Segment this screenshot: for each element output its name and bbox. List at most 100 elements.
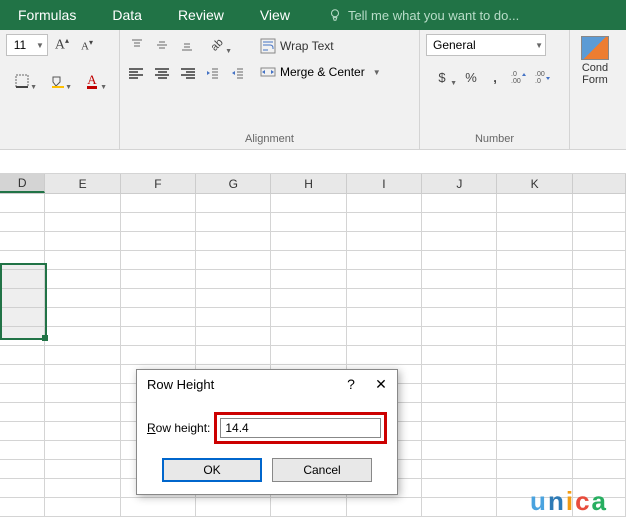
grid-cell[interactable] — [573, 194, 626, 213]
grid-cell[interactable] — [422, 232, 497, 251]
grid-cell[interactable] — [573, 308, 626, 327]
grid-cell[interactable] — [0, 403, 45, 422]
grid-cell[interactable] — [196, 289, 271, 308]
grid-cell[interactable] — [422, 460, 497, 479]
grid-cell[interactable] — [196, 346, 271, 365]
grid-cell[interactable] — [196, 194, 271, 213]
grid-cell[interactable] — [0, 441, 45, 460]
column-header-K[interactable]: K — [497, 174, 572, 193]
column-header-H[interactable]: H — [271, 174, 346, 193]
grid-cell[interactable] — [121, 270, 196, 289]
column-header[interactable] — [573, 174, 626, 193]
align-top-button[interactable] — [126, 34, 148, 56]
grid-cell[interactable] — [45, 289, 120, 308]
grid-cell[interactable] — [422, 384, 497, 403]
grid-cell[interactable] — [573, 422, 626, 441]
grid-cell[interactable] — [121, 251, 196, 270]
grid-cell[interactable] — [497, 289, 572, 308]
grid-cell[interactable] — [573, 346, 626, 365]
formula-bar[interactable] — [0, 150, 626, 174]
wrap-text-button[interactable]: Wrap Text — [256, 34, 385, 58]
dialog-titlebar[interactable]: Row Height ? ✕ — [137, 370, 397, 398]
grid-cell[interactable] — [497, 232, 572, 251]
grid-cell[interactable] — [422, 422, 497, 441]
decrease-decimal-button[interactable]: .00.0 — [532, 66, 554, 88]
increase-decimal-button[interactable]: .0.00 — [508, 66, 530, 88]
increase-font-button[interactable]: A▴ — [51, 34, 73, 56]
grid-cell[interactable] — [573, 403, 626, 422]
grid-cell[interactable] — [271, 251, 346, 270]
grid-cell[interactable] — [422, 441, 497, 460]
grid-cell[interactable] — [45, 194, 120, 213]
grid-cell[interactable] — [45, 232, 120, 251]
grid-cell[interactable] — [347, 308, 422, 327]
grid-cell[interactable] — [573, 460, 626, 479]
column-header-I[interactable]: I — [347, 174, 422, 193]
grid-cell[interactable] — [422, 251, 497, 270]
grid-cell[interactable] — [422, 479, 497, 498]
row-height-input[interactable] — [220, 418, 381, 438]
grid-cell[interactable] — [573, 384, 626, 403]
grid-cell[interactable] — [422, 194, 497, 213]
grid-cell[interactable] — [121, 232, 196, 251]
grid-cell[interactable] — [573, 289, 626, 308]
grid-cell[interactable] — [497, 346, 572, 365]
ok-button[interactable]: OK — [162, 458, 262, 482]
grid-cell[interactable] — [347, 213, 422, 232]
grid-cell[interactable] — [347, 327, 422, 346]
grid-cell[interactable] — [121, 327, 196, 346]
number-format-combo[interactable]: General ▼ — [426, 34, 546, 56]
grid-cell[interactable] — [121, 194, 196, 213]
column-header-F[interactable]: F — [121, 174, 196, 193]
grid-cell[interactable] — [497, 194, 572, 213]
grid-cell[interactable] — [573, 232, 626, 251]
grid-cell[interactable] — [196, 308, 271, 327]
grid-cell[interactable] — [196, 232, 271, 251]
accounting-format-button[interactable]: $▼ — [426, 66, 458, 88]
grid-cell[interactable] — [121, 346, 196, 365]
merge-center-button[interactable]: Merge & Center ▼ — [256, 60, 385, 84]
grid-cell[interactable] — [45, 441, 120, 460]
align-middle-button[interactable] — [151, 34, 173, 56]
grid-cell[interactable] — [497, 308, 572, 327]
align-right-button[interactable] — [176, 62, 198, 84]
dialog-help-button[interactable]: ? — [341, 376, 361, 392]
grid-cell[interactable] — [45, 422, 120, 441]
column-header-D[interactable]: D — [0, 174, 45, 193]
grid-cell[interactable] — [45, 346, 120, 365]
grid-cell[interactable] — [347, 251, 422, 270]
grid-cell[interactable] — [121, 308, 196, 327]
grid-cell[interactable] — [0, 479, 45, 498]
grid-cell[interactable] — [271, 289, 346, 308]
menu-view[interactable]: View — [252, 3, 298, 27]
grid-cell[interactable] — [347, 289, 422, 308]
grid-cell[interactable] — [497, 213, 572, 232]
grid-cell[interactable] — [45, 460, 120, 479]
grid-cell[interactable] — [45, 384, 120, 403]
grid-cell[interactable] — [0, 365, 45, 384]
selection-handle[interactable] — [42, 335, 48, 341]
grid-cell[interactable] — [45, 251, 120, 270]
grid-cell[interactable] — [497, 384, 572, 403]
decrease-indent-button[interactable] — [201, 62, 223, 84]
grid-cell[interactable] — [0, 460, 45, 479]
orientation-button[interactable]: ab▼ — [201, 34, 233, 56]
menu-formulas[interactable]: Formulas — [10, 3, 84, 27]
grid-cell[interactable] — [347, 232, 422, 251]
dialog-close-button[interactable]: ✕ — [371, 376, 391, 393]
grid-cell[interactable] — [497, 422, 572, 441]
grid-cell[interactable] — [347, 346, 422, 365]
grid-cell[interactable] — [497, 403, 572, 422]
grid-cell[interactable] — [497, 460, 572, 479]
grid-cell[interactable] — [0, 498, 45, 517]
grid-cell[interactable] — [0, 346, 45, 365]
grid-cell[interactable] — [497, 327, 572, 346]
align-center-button[interactable] — [151, 62, 173, 84]
column-header-J[interactable]: J — [422, 174, 497, 193]
grid-cell[interactable] — [497, 365, 572, 384]
grid-cell[interactable] — [497, 441, 572, 460]
percent-format-button[interactable]: % — [460, 66, 482, 88]
grid-cell[interactable] — [121, 289, 196, 308]
grid-cell[interactable] — [45, 270, 120, 289]
grid-cell[interactable] — [271, 232, 346, 251]
